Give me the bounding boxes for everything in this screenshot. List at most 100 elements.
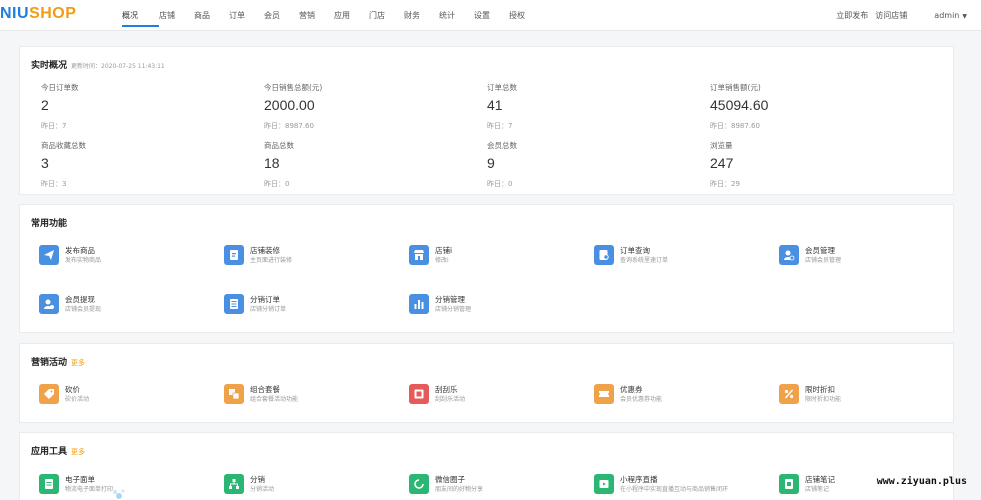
nav-orders[interactable]: 订单	[229, 0, 264, 31]
stat-label: 浏览量	[710, 141, 733, 150]
function-distribution-manage[interactable]: 分销管理 店铺分销管理	[409, 294, 569, 316]
stat-label: 商品总数	[264, 141, 294, 150]
nav-license[interactable]: 授权	[509, 0, 544, 31]
stat-value: 247	[710, 155, 734, 171]
function-distribution-orders[interactable]: 分销订单 店铺分销订单	[224, 294, 384, 316]
stat-label: 今日订单数	[41, 83, 79, 92]
marketing-title-text: 营销活动	[31, 358, 68, 368]
document-edit-icon	[224, 245, 244, 265]
common-functions-title: 常用功能	[31, 219, 68, 229]
publish-link[interactable]: 立即发布	[836, 0, 868, 31]
main-nav: 概况 店铺 商品 订单 会员 营销 应用 门店 财务 统计 设置 授权	[122, 0, 544, 31]
function-desc: 刮刮乐活动	[435, 396, 466, 403]
tool-wechat-circle[interactable]: 微信圈子 朋友间的好物分享	[409, 474, 569, 496]
note-icon	[779, 474, 799, 494]
marketing-discount[interactable]: 限时折扣 限时折扣功能	[779, 384, 939, 406]
nav-members[interactable]: 会员	[264, 0, 299, 31]
stat-order-sales: 订单销售额(元) 45094.60 昨日：8987.60	[710, 82, 910, 131]
stat-label: 商品收藏总数	[41, 141, 86, 150]
stat-yesterday: 昨日：7	[41, 122, 67, 130]
stat-value: 45094.60	[710, 97, 769, 113]
function-member-withdraw[interactable]: 会员提现 店铺会员提现	[39, 294, 199, 316]
logo-text-part1: NIU	[0, 5, 30, 22]
stat-yesterday: 昨日：7	[487, 122, 513, 130]
user-menu[interactable]: admin ▼	[934, 0, 967, 31]
marketing-scratch[interactable]: 刮刮乐 刮刮乐活动	[409, 384, 569, 406]
stat-yesterday: 昨日：0	[264, 180, 290, 188]
ticket-icon	[594, 384, 614, 404]
function-desc: 在小程序中实现直播互动与商品销售闭环	[620, 486, 729, 493]
stat-members-total: 会员总数 9 昨日：0	[487, 140, 687, 189]
app-tools-more-link[interactable]: 更多	[71, 448, 85, 456]
stat-total-orders: 订单总数 41 昨日：7	[487, 82, 687, 131]
stat-value: 2	[41, 97, 49, 113]
chevron-down-icon: ▼	[962, 13, 967, 20]
member-withdraw-icon	[39, 294, 59, 314]
tool-distribution[interactable]: 分销 分销活动	[224, 474, 384, 496]
function-desc: 分销活动	[250, 486, 275, 493]
waybill-icon	[39, 474, 59, 494]
function-member-manage[interactable]: 会员管理 店铺会员管理	[779, 245, 939, 267]
top-right-actions: 立即发布 访问店铺 admin ▼	[836, 0, 967, 31]
realtime-title: 实时概况 更新时间：2020-07-25 11:43:11	[31, 58, 165, 71]
order-search-icon	[594, 245, 614, 265]
nav-settings[interactable]: 设置	[474, 0, 509, 31]
function-desc: 组合套餐活动功能	[250, 396, 299, 403]
visit-store-link[interactable]: 访问店铺	[875, 0, 907, 31]
stat-label: 订单销售额(元)	[710, 83, 761, 92]
stat-value: 3	[41, 155, 49, 171]
stat-yesterday: 昨日：0	[487, 180, 513, 188]
marketing-bargain[interactable]: 砍价 砍价活动	[39, 384, 199, 406]
nav-apps[interactable]: 应用	[334, 0, 369, 31]
stat-value: 41	[487, 97, 503, 113]
stat-yesterday: 昨日：8987.60	[264, 122, 314, 130]
stat-value: 18	[264, 155, 280, 171]
stat-label: 订单总数	[487, 83, 517, 92]
nav-marketing[interactable]: 营销	[299, 0, 334, 31]
send-icon	[39, 245, 59, 265]
marketing-bundle[interactable]: 组合套餐 组合套餐活动功能	[224, 384, 384, 406]
function-desc: 限时折扣功能	[805, 396, 842, 403]
store-icon	[409, 245, 429, 265]
app-tools-card: 应用工具 更多 电子面单 物流电子面单打印 分销 分销活动 微信圈子 朋友间的好物…	[19, 432, 954, 500]
list-icon	[224, 294, 244, 314]
stat-yesterday: 昨日：29	[710, 180, 740, 188]
realtime-title-text: 实时概况	[31, 61, 68, 71]
tag-icon	[39, 384, 59, 404]
function-desc: 查询系统里速订单	[620, 257, 669, 264]
function-order-query[interactable]: 订单查询 查询系统里速订单	[594, 245, 754, 267]
marketing-coupon[interactable]: 优惠券 会员优惠券功能	[594, 384, 754, 406]
app-tools-title: 应用工具 更多	[31, 444, 85, 457]
function-desc: 店铺会员管理	[805, 257, 842, 264]
function-desc: 发布实物商品	[65, 257, 102, 264]
nav-stores[interactable]: 门店	[369, 0, 404, 31]
tool-miniprogram-live[interactable]: 小程序直播 在小程序中实现直播互动与商品销售闭环	[594, 474, 754, 496]
realtime-overview-card: 实时概况 更新时间：2020-07-25 11:43:11 今日订单数 2 昨日：…	[19, 46, 954, 195]
marketing-card: 营销活动 更多 砍价 砍价活动 组合套餐 组合套餐活动功能 刮刮乐 刮刮乐活动 优…	[19, 343, 954, 423]
function-desc: 店铺会员提现	[65, 306, 102, 313]
logo[interactable]: NIUSHOP	[0, 5, 76, 23]
nav-store[interactable]: 店铺	[159, 0, 194, 31]
stat-pageviews: 浏览量 247 昨日：29	[710, 140, 910, 189]
stat-today-orders: 今日订单数 2 昨日：7	[41, 82, 241, 131]
nav-overview[interactable]: 概况	[122, 0, 159, 31]
stat-label: 今日销售总额(元)	[264, 83, 323, 92]
circle-icon	[409, 474, 429, 494]
marketing-more-link[interactable]: 更多	[71, 359, 85, 367]
function-store-decorate[interactable]: 店铺装修 主页面进行装修	[224, 245, 384, 267]
member-manage-icon	[779, 245, 799, 265]
nav-finance[interactable]: 财务	[404, 0, 439, 31]
function-desc: 朋友间的好物分享	[435, 486, 484, 493]
nav-statistics[interactable]: 统计	[439, 0, 474, 31]
nav-goods[interactable]: 商品	[194, 0, 229, 31]
stat-value: 9	[487, 155, 495, 171]
function-desc: 会员优惠券功能	[620, 396, 663, 403]
function-desc: 物流电子面单打印	[65, 486, 114, 493]
function-store-info[interactable]: 店铺i 修改i	[409, 245, 569, 267]
function-publish-goods[interactable]: 发布商品 发布实物商品	[39, 245, 199, 267]
tree-icon	[224, 474, 244, 494]
watermark: www.ziyuan.plus	[876, 476, 967, 487]
username: admin	[934, 11, 960, 20]
stat-value: 2000.00	[264, 97, 315, 113]
stat-favorites: 商品收藏总数 3 昨日：3	[41, 140, 241, 189]
